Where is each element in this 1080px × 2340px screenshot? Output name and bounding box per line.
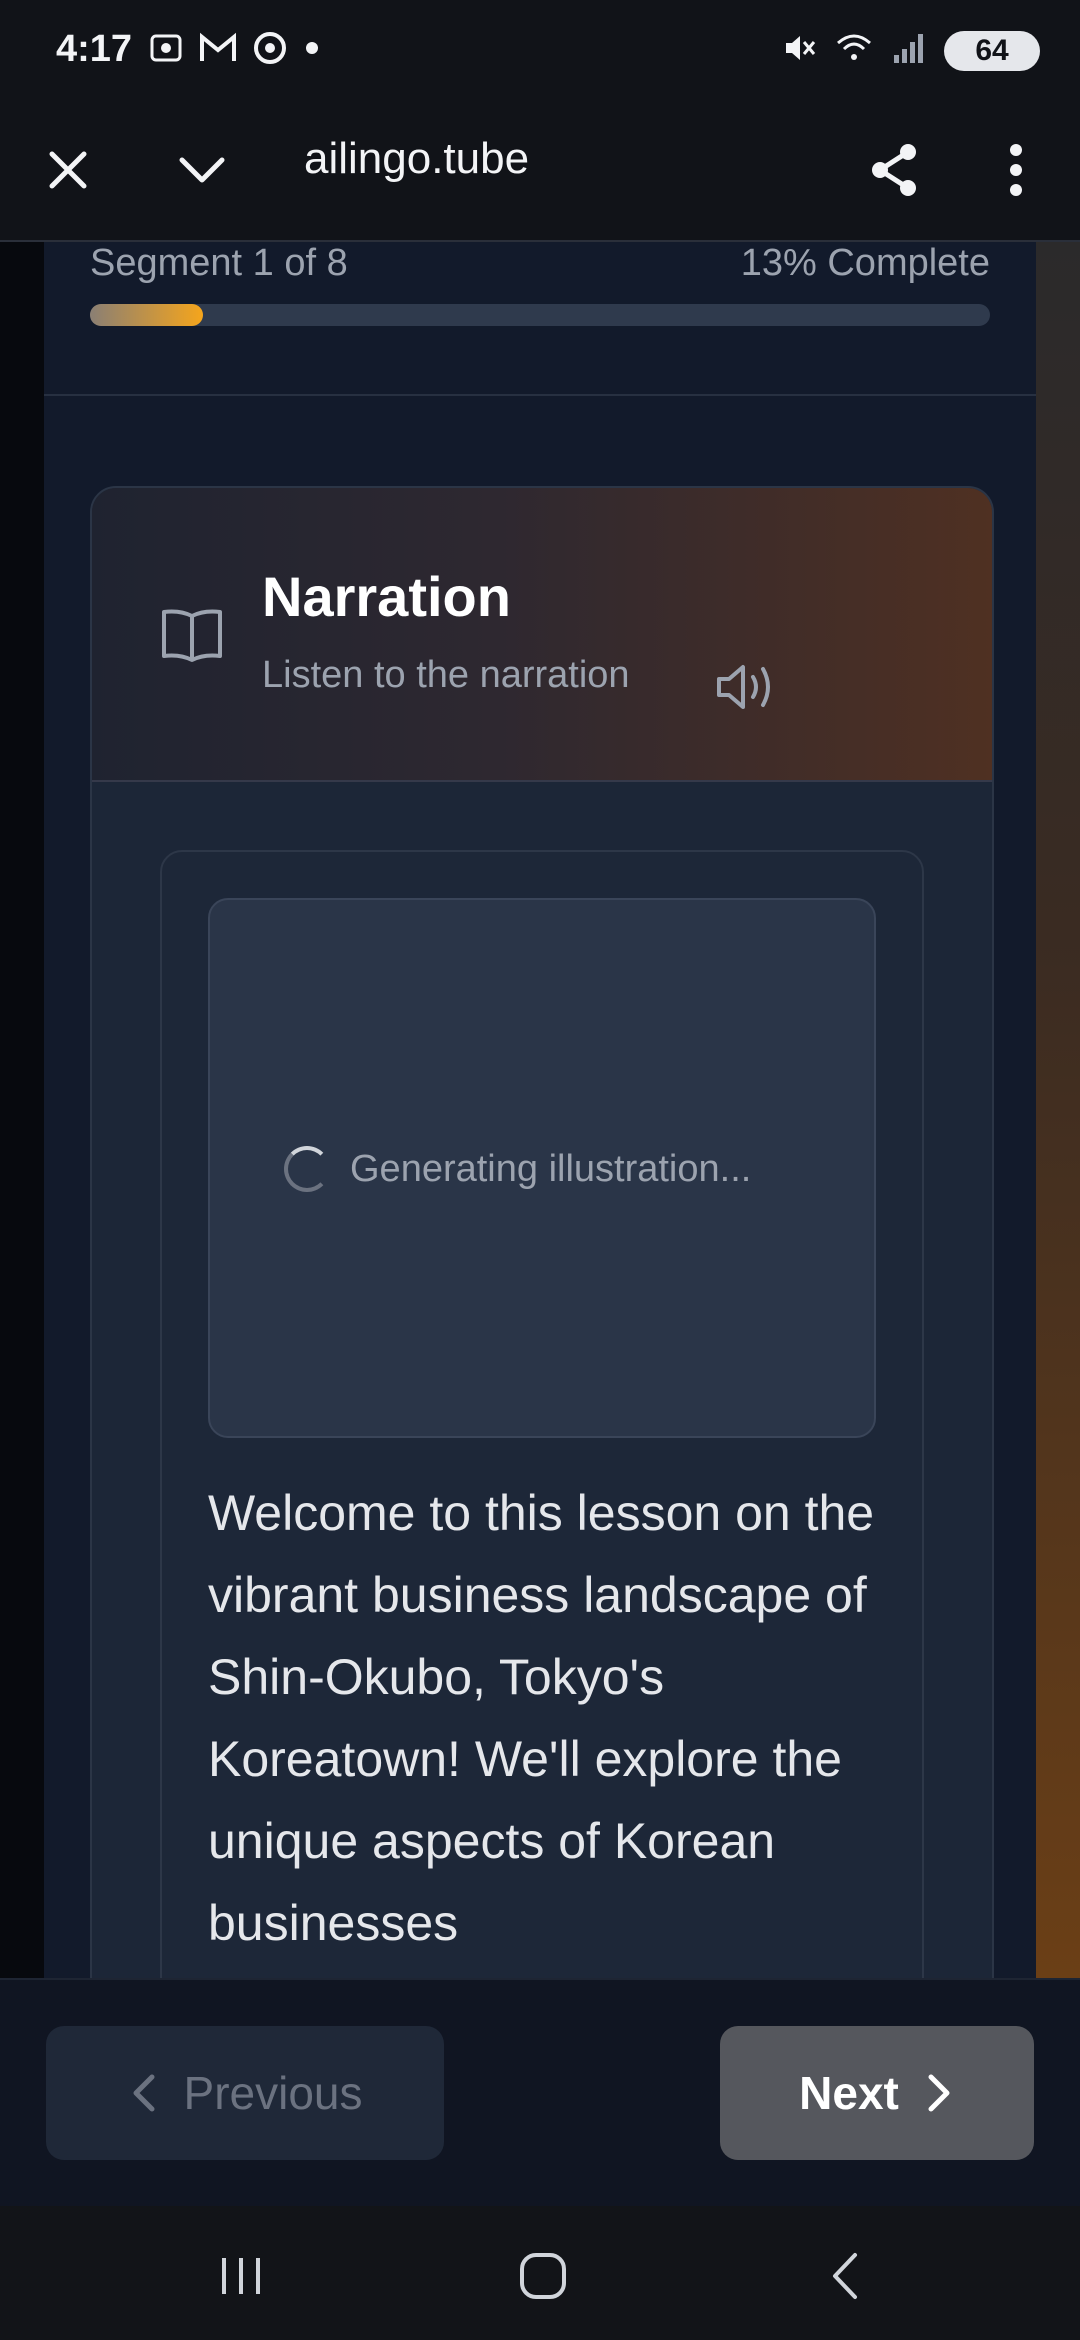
- right-edge: [1036, 242, 1080, 1978]
- loading-indicator: Generating illustration...: [284, 1146, 751, 1192]
- back-icon: [833, 2253, 857, 2299]
- status-left-icons: [148, 30, 322, 71]
- status-right-icons: 64: [780, 30, 1040, 71]
- recent-apps-icon: [222, 2258, 260, 2294]
- status-time: 4:17: [56, 28, 133, 70]
- collapse-button[interactable]: [162, 130, 242, 210]
- progress-fill: [90, 304, 203, 326]
- close-icon: [49, 151, 87, 189]
- previous-button[interactable]: Previous: [46, 2026, 444, 2160]
- browser-toolbar: ailingo.tube: [0, 100, 1080, 242]
- illustration-placeholder: Generating illustration...: [208, 898, 876, 1438]
- wifi-icon: [834, 31, 874, 70]
- narration-card: Narration Listen to the narration Genera…: [90, 486, 994, 1978]
- divider: [44, 394, 1036, 396]
- previous-label: Previous: [183, 2067, 363, 2119]
- back-button[interactable]: [800, 2236, 890, 2316]
- card-header: Narration Listen to the narration: [92, 488, 992, 782]
- chevron-left-icon: [133, 2074, 155, 2112]
- narration-content: Generating illustration... Welcome to th…: [160, 850, 924, 1978]
- gmail-icon: [198, 31, 238, 70]
- battery-level: 64: [975, 33, 1009, 67]
- chrome-icon: [252, 30, 288, 71]
- loading-text: Generating illustration...: [350, 1147, 752, 1190]
- status-bar: 4:17 64: [0, 0, 1080, 100]
- next-label: Next: [799, 2067, 899, 2119]
- system-navigation: [0, 2206, 1080, 2340]
- left-edge: [0, 242, 44, 1978]
- home-icon: [520, 2253, 566, 2299]
- speaker-icon: [717, 665, 770, 709]
- next-button[interactable]: Next: [720, 2026, 1034, 2160]
- play-narration-button[interactable]: [708, 652, 788, 722]
- close-button[interactable]: [28, 130, 108, 210]
- menu-button[interactable]: [976, 130, 1056, 210]
- url-display[interactable]: ailingo.tube: [304, 134, 529, 184]
- more-vert-icon: [1010, 144, 1022, 196]
- card-subtitle: Listen to the narration: [262, 654, 630, 696]
- progress-bar: [90, 304, 990, 326]
- signal-icon: [892, 31, 926, 70]
- share-button[interactable]: [854, 130, 934, 210]
- narration-text: Welcome to this lesson on the vibrant bu…: [208, 1485, 875, 1951]
- home-button[interactable]: [498, 2236, 588, 2316]
- lesson-navigation: Previous Next: [0, 1978, 1080, 2208]
- battery-icon: 64: [944, 30, 1040, 71]
- dot-icon: [302, 38, 322, 63]
- chevron-right-icon: [928, 2074, 950, 2112]
- recent-apps-button[interactable]: [196, 2236, 286, 2316]
- segment-label: Segment 1 of 8: [90, 242, 348, 284]
- share-icon: [872, 144, 916, 196]
- spinner-icon: [284, 1146, 330, 1192]
- book-open-icon: [160, 606, 224, 671]
- lesson-panel: Segment 1 of 8 13% Complete Narration Li…: [44, 242, 1036, 1978]
- mute-icon: [780, 30, 816, 71]
- chevron-down-icon: [179, 157, 225, 183]
- card-title: Narration: [262, 565, 511, 628]
- page-content[interactable]: Segment 1 of 8 13% Complete Narration Li…: [0, 242, 1080, 1978]
- screenshot-icon: [148, 30, 184, 71]
- complete-label: 13% Complete: [740, 242, 990, 284]
